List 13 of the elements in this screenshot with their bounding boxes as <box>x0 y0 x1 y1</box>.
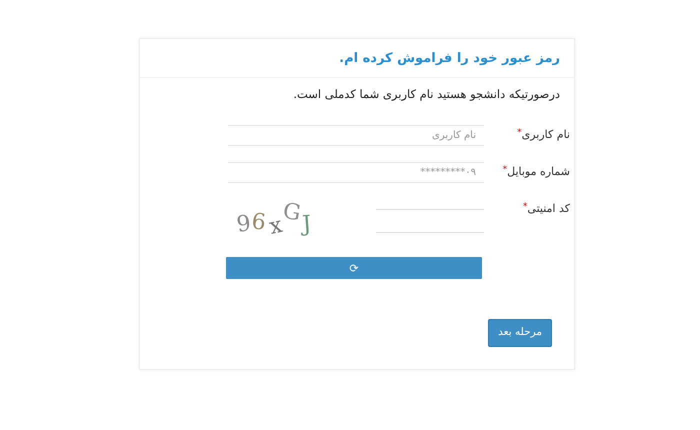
captcha-image: 96xGJ <box>236 198 314 239</box>
field-label: شماره موبایل* <box>502 164 571 180</box>
refresh-button[interactable]: ⟳ <box>226 257 482 280</box>
required-mark: * <box>502 164 508 175</box>
next-step-button[interactable]: مرحله بعد <box>488 319 552 347</box>
required-mark: * <box>517 128 522 138</box>
info-text: درصورتیکه دانشجو هستید نام کاربری شما کدملی است. <box>292 86 561 103</box>
text-field[interactable]: نام کاربری <box>228 124 484 146</box>
field-label: کد امنیتی* <box>522 200 571 217</box>
required-mark: * <box>522 202 528 212</box>
field-label: نام کاربری* <box>516 126 571 143</box>
page-title: رمز عبور خود را فراموش کرده ام. <box>338 50 560 68</box>
text-field[interactable]: ۰۹********* <box>228 162 484 183</box>
